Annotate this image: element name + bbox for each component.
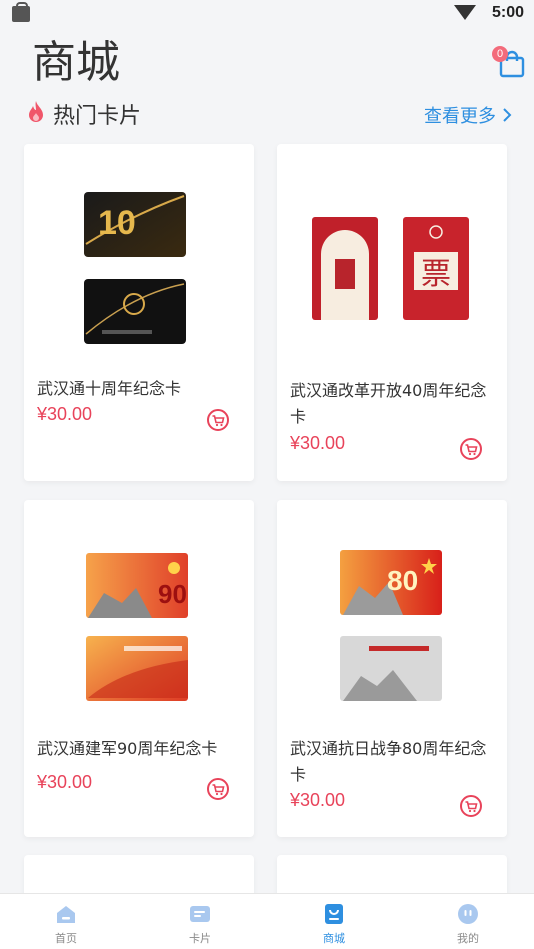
product-name: 武汉通抗日战争80周年纪念卡	[290, 739, 487, 784]
fire-icon	[29, 101, 43, 122]
product-name: 武汉通改革开放40周年纪念卡	[290, 381, 487, 426]
add-to-cart-icon[interactable]	[206, 777, 230, 801]
hot-cards-section-header: 热门卡片 查看更多	[0, 96, 534, 132]
product-image: 80	[340, 550, 442, 701]
shopping-bag-icon	[325, 904, 343, 924]
mall-screen: 5:00 商城 0 热门卡片 查看更多 10 武汉通十周年纪念卡 ¥30.00 …	[0, 0, 534, 949]
home-icon	[57, 906, 75, 923]
view-more-link[interactable]: 查看更多	[424, 102, 512, 128]
product-price: ¥30.00	[37, 772, 93, 792]
product-price: ¥30.00	[290, 433, 346, 453]
card-art-label: 80	[387, 565, 418, 596]
tab-label: 我的	[457, 932, 479, 945]
tab-cards[interactable]: 卡片	[165, 902, 235, 946]
section-title: 热门卡片	[53, 104, 142, 129]
wifi-icon	[454, 5, 476, 20]
tab-label: 商城	[323, 932, 345, 945]
tab-label: 首页	[55, 932, 77, 945]
profile-icon	[458, 904, 478, 924]
tab-label: 卡片	[189, 932, 211, 945]
product-card[interactable]: 票 武汉通改革开放40周年纪念卡 ¥30.00	[277, 144, 507, 481]
status-time: 5:00	[491, 4, 524, 21]
card-art-label: 90	[158, 579, 187, 609]
view-more-label: 查看更多	[424, 106, 496, 127]
product-image: 10	[84, 192, 186, 344]
product-card[interactable]: 80 武汉通抗日战争80周年纪念卡 ¥30.00	[277, 500, 507, 837]
product-price: ¥30.00	[290, 790, 346, 810]
product-name: 武汉通建军90周年纪念卡	[37, 739, 218, 758]
product-image: 票	[312, 217, 469, 320]
cart-count-badge: 0	[492, 46, 508, 62]
shopping-bag-notification-icon	[12, 2, 30, 22]
product-image: 90	[86, 553, 188, 701]
product-card[interactable]: 90 武汉通建军90周年纪念卡 ¥30.00	[24, 500, 254, 837]
tab-home[interactable]: 首页	[31, 902, 101, 946]
product-name: 武汉通十周年纪念卡	[37, 379, 182, 398]
card-art-label: 10	[98, 204, 136, 242]
add-to-cart-icon[interactable]	[459, 437, 483, 461]
product-price: ¥30.00	[37, 404, 93, 424]
add-to-cart-icon[interactable]	[459, 794, 483, 818]
card-icon	[190, 906, 210, 922]
page-title: 商城	[32, 37, 120, 88]
product-card[interactable]: 10 武汉通十周年纪念卡 ¥30.00	[24, 144, 254, 481]
bottom-tab-bar: 首页 卡片 商城 我的	[0, 893, 534, 949]
card-art-label: 票	[421, 257, 451, 292]
tab-profile[interactable]: 我的	[433, 902, 503, 946]
tab-mall[interactable]: 商城	[299, 902, 369, 946]
chevron-right-icon	[503, 108, 512, 122]
add-to-cart-icon[interactable]	[206, 408, 230, 432]
